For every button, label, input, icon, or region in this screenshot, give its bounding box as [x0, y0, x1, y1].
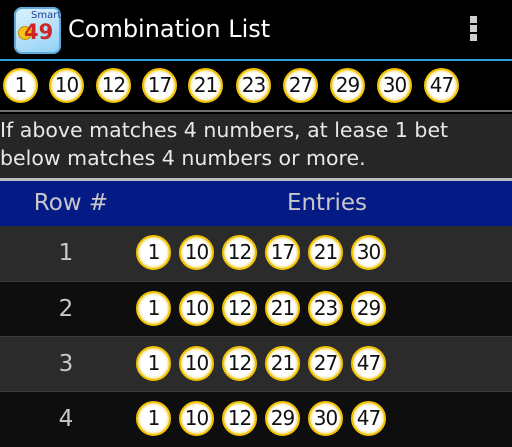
entry-ball: 12 [222, 346, 257, 381]
entry-ball: 1 [136, 346, 171, 381]
entry-ball: 47 [351, 346, 386, 381]
table-header: Row # Entries [0, 181, 512, 226]
table-row[interactable]: 3 1 10 12 21 27 47 [0, 336, 512, 392]
selected-number-ball: 47 [424, 68, 459, 103]
entry-ball: 10 [179, 401, 214, 436]
selected-number-ball: 10 [49, 68, 84, 103]
table-row[interactable]: 2 1 10 12 21 23 29 [0, 281, 512, 337]
row-number: 1 [58, 240, 74, 266]
entry-ball: 10 [179, 291, 214, 326]
selected-number-ball: 21 [188, 68, 223, 103]
entry-ball: 30 [308, 401, 343, 436]
selected-number-ball: 17 [142, 68, 177, 103]
entry-ball: 1 [136, 401, 171, 436]
entry-ball: 21 [308, 235, 343, 270]
entry-ball: 29 [351, 291, 386, 326]
match-notice-text: If above matches 4 numbers, at lease 1 b… [0, 118, 449, 170]
column-header-row: Row # [33, 190, 109, 216]
entry-ball: 27 [308, 346, 343, 381]
selected-number-ball: 12 [96, 68, 131, 103]
entry-ball: 47 [351, 401, 386, 436]
entry-ball: 1 [136, 235, 171, 270]
entry-ball: 17 [265, 235, 300, 270]
entry-ball: 29 [265, 401, 300, 436]
row-number: 2 [58, 296, 74, 322]
entry-ball: 23 [308, 291, 343, 326]
selected-number-ball: 27 [283, 68, 318, 103]
match-notice: If above matches 4 numbers, at lease 1 b… [0, 114, 512, 178]
app-logo-number: 49 [24, 20, 54, 44]
overflow-menu-button[interactable] [462, 10, 486, 48]
entry-ball: 12 [222, 235, 257, 270]
entry-ball: 30 [351, 235, 386, 270]
table-row[interactable]: 1 1 10 12 17 21 30 [0, 226, 512, 281]
entry-ball: 12 [222, 291, 257, 326]
app-bar-divider [0, 59, 512, 61]
app-bar: Smart 49 Combination List [0, 0, 512, 60]
entry-ball: 21 [265, 291, 300, 326]
entry-ball: 10 [179, 235, 214, 270]
selected-numbers-divider [0, 110, 512, 112]
overflow-menu-icon-dot [470, 25, 477, 32]
entry-ball: 12 [222, 401, 257, 436]
overflow-menu-icon [470, 16, 477, 23]
selected-numbers: 1 10 12 17 21 23 27 29 30 47 [0, 62, 512, 109]
entry-ball: 10 [179, 346, 214, 381]
overflow-menu-icon-dot [470, 34, 477, 41]
row-number: 3 [58, 351, 74, 377]
row-number: 4 [58, 406, 74, 432]
entry-ball: 21 [265, 346, 300, 381]
selected-number-ball: 23 [236, 68, 271, 103]
column-header-entries: Entries [286, 190, 368, 216]
entry-ball: 1 [136, 291, 171, 326]
app-logo-icon: Smart 49 [14, 7, 61, 54]
selected-number-ball: 29 [330, 68, 365, 103]
selected-number-ball: 30 [377, 68, 412, 103]
selected-number-ball: 1 [3, 68, 38, 103]
table-row[interactable]: 4 1 10 12 29 30 47 [0, 391, 512, 447]
page-title: Combination List [68, 15, 271, 43]
